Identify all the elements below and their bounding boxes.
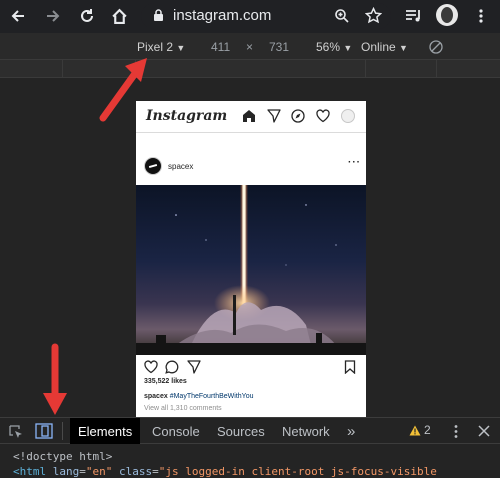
ruler-segment[interactable]: [0, 60, 63, 78]
post-caption: spacex #MayTheFourthBeWithYou: [144, 393, 254, 400]
chrome-menu-icon[interactable]: [478, 8, 484, 24]
device-name: Pixel 2: [137, 40, 174, 54]
activity-heart-icon[interactable]: [316, 109, 330, 123]
close-devtools-icon[interactable]: [478, 425, 490, 437]
zoom-select[interactable]: 56% ▼: [316, 40, 352, 54]
back-arrow-icon: [11, 10, 24, 22]
ruler-segment[interactable]: [366, 60, 437, 78]
post-image[interactable]: [136, 185, 366, 355]
zoom-dropdown-icon: ▼: [343, 43, 353, 53]
device-dropdown-icon: ▼: [176, 43, 186, 53]
devtools-menu-icon[interactable]: [453, 424, 459, 439]
warnings-badge[interactable]: 2: [409, 423, 431, 437]
profile-icon[interactable]: [341, 109, 355, 123]
instagram-logo[interactable]: Instagram: [146, 108, 227, 124]
avatar-face: [441, 7, 453, 23]
home-button[interactable]: [107, 4, 131, 28]
elements-dom-tree: <!doctype html> <html lang="en" class="j…: [0, 444, 500, 478]
share-icon[interactable]: [187, 360, 201, 374]
forward-arrow-icon: [47, 10, 60, 22]
instagram-header: Instagram: [136, 101, 366, 133]
devtools-tabbar: Elements Console Sources Network » 2: [0, 417, 500, 444]
width-field[interactable]: 411: [211, 40, 230, 54]
post-options-icon[interactable]: ···: [348, 157, 361, 168]
profile-avatar[interactable]: [436, 4, 458, 26]
tab-network[interactable]: Network: [274, 418, 338, 444]
inspect-element-icon[interactable]: [8, 424, 24, 440]
tabbar-divider: [62, 422, 63, 440]
annotation-arrow-toggle: [43, 343, 67, 415]
tab-sources[interactable]: Sources: [209, 418, 273, 444]
back-button[interactable]: [6, 4, 30, 28]
attr-class-value: "js logged-in client-root js-focus-visib…: [158, 465, 437, 478]
home-icon: [111, 8, 127, 24]
post-actions: [136, 355, 366, 379]
device-select[interactable]: Pixel 2 ▼: [137, 40, 185, 54]
post-username[interactable]: spacex: [168, 162, 193, 171]
like-heart-icon[interactable]: [144, 360, 158, 374]
reload-button[interactable]: [75, 4, 99, 28]
save-bookmark-icon[interactable]: [344, 360, 356, 374]
height-field[interactable]: 731: [269, 40, 289, 54]
attr-class: class: [119, 465, 153, 478]
forward-button[interactable]: [41, 4, 65, 28]
comment-icon[interactable]: [165, 360, 179, 374]
rocket-launch-photo: [136, 185, 366, 355]
dom-line-doctype[interactable]: <!doctype html>: [13, 450, 112, 463]
post-header: spacex ···: [136, 151, 366, 185]
device-screen: Instagram spacex ··· 335,522 likes space…: [136, 101, 366, 417]
spacex-logo-mark: [148, 163, 158, 169]
caption-hashtag[interactable]: #MayTheFourthBeWithYou: [170, 393, 254, 400]
view-comments-link[interactable]: View all 1,310 comments: [144, 405, 222, 412]
warning-count: 2: [424, 423, 431, 437]
zoom-value: 56%: [316, 40, 341, 54]
explore-compass-icon[interactable]: [291, 109, 305, 123]
ruler-segment[interactable]: [136, 60, 366, 78]
tab-console[interactable]: Console: [144, 418, 208, 444]
network-value: Online: [361, 40, 396, 54]
bookmark-star-icon[interactable]: [365, 7, 382, 24]
direct-message-icon[interactable]: [267, 109, 281, 123]
browser-toolbar: instagram.com: [0, 0, 500, 33]
media-controls-icon[interactable]: [405, 8, 423, 24]
tab-elements[interactable]: Elements: [70, 418, 141, 444]
lock-icon: [154, 9, 163, 21]
caption-username[interactable]: spacex: [144, 393, 168, 400]
device-mode-icon: [35, 423, 53, 439]
more-tabs-button[interactable]: »: [339, 418, 363, 444]
annotation-arrow-device: [99, 58, 147, 122]
network-select[interactable]: Online ▼: [361, 40, 408, 54]
rotate-icon[interactable]: [429, 40, 443, 54]
media-query-ruler[interactable]: [0, 60, 500, 78]
attr-lang-value: "en": [85, 465, 113, 478]
dimension-separator: ×: [246, 40, 254, 54]
device-toolbar-toggle[interactable]: [32, 421, 56, 441]
warning-icon: [409, 425, 421, 435]
attr-lang: lang: [52, 465, 80, 478]
url-text[interactable]: instagram.com: [173, 7, 271, 24]
dom-line-html[interactable]: <html lang="en" class="js logged-in clie…: [13, 465, 437, 478]
network-dropdown-icon: ▼: [399, 43, 408, 53]
post-avatar[interactable]: [144, 157, 162, 175]
zoom-icon[interactable]: [334, 8, 350, 24]
reload-icon: [81, 9, 93, 22]
home-icon[interactable]: [242, 109, 256, 123]
like-count[interactable]: 335,522 likes: [144, 378, 187, 385]
html-tag: <html: [13, 465, 47, 478]
